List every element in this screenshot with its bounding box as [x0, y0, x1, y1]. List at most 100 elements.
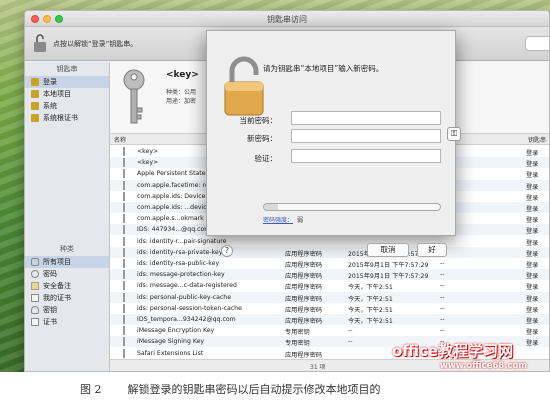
table-row[interactable]: ids: message...c-data-registered 应用程序密码 今天… [110, 280, 549, 292]
table-row[interactable]: ids: personal-session-token-cache 应用程序密码 今… [110, 303, 549, 314]
sidebar-item-secure-notes[interactable]: 安全备注 [25, 280, 109, 292]
password-strength-meter [263, 203, 441, 211]
certificate-icon [31, 294, 39, 302]
row-date-cell: 今天，下午2:51 [348, 306, 393, 314]
certificate-icon [31, 318, 39, 326]
item-name: <key> [166, 70, 199, 80]
unlock-hint: 点按以解锁“登录”钥匙串。 [53, 40, 138, 48]
password-icon [123, 236, 131, 246]
keys-icon [31, 258, 39, 266]
cancel-button[interactable]: 取消 [367, 243, 409, 257]
sidebar-item-passwords[interactable]: 密码 [25, 268, 109, 280]
unlock-icon[interactable] [33, 33, 47, 53]
row-name-cell: ids: personal-public-key-cache [137, 293, 232, 301]
table-row[interactable]: ids: identity-rsa-private-key应用程序密码2015年… [110, 246, 549, 258]
row-expires-cell: -- [440, 271, 445, 279]
watermark-url: www.office68.com [440, 361, 528, 371]
password-icon [123, 270, 131, 280]
kind-label: 种类： [166, 89, 185, 96]
current-password-field[interactable] [291, 111, 441, 125]
row-date-cell: 2015年9月1日 下午7:57:29 [348, 273, 429, 281]
row-date-cell: 今天，下午2:51 [348, 284, 393, 292]
table-row[interactable]: IDS_tempora...934242@qq.com 应用程序密码 今天，下午2:… [110, 314, 549, 325]
password-icon [123, 315, 131, 324]
key-icon [123, 69, 145, 124]
sidebar-item-my-certificates[interactable]: 我的证书 [25, 292, 109, 304]
password-assistant-button[interactable]: ⚿ [447, 127, 461, 141]
row-kind-cell: 应用程序密码 [285, 318, 323, 325]
table-row[interactable]: ids: identity-r...pair-signature 登录 [110, 236, 549, 247]
table-row[interactable]: ids: message-protection-key 应用程序密码 2015年9月… [110, 269, 549, 281]
key-icon [123, 147, 131, 156]
item-kind: 种类：公用 [166, 87, 196, 96]
row-expires-cell: -- [440, 316, 445, 323]
row-keychain-cell: 登录 [526, 217, 539, 225]
column-header-name[interactable]: 名称 [114, 135, 126, 144]
new-password-label: 新密码： [247, 134, 277, 143]
ok-button[interactable]: 好 [417, 243, 447, 257]
row-keychain-cell: 登录 [526, 161, 539, 169]
row-keychain-cell: 登录 [526, 239, 539, 247]
row-keychain-cell: 登录 [526, 262, 539, 269]
row-keychain-cell: 登录 [526, 206, 539, 213]
row-keychain-cell: 登录 [526, 273, 539, 281]
keychains-header: 钥匙串 [56, 65, 78, 73]
verify-password-field[interactable] [291, 149, 441, 163]
sidebar: 钥匙串 登录 本地项目 系统 系统根证书 种类 所有项目 密码 安全备注 我的证… [25, 62, 110, 371]
row-keychain-cell: 登录 [526, 284, 539, 292]
row-name-cell: ids: message-protection-key [137, 271, 225, 279]
note-icon [31, 282, 39, 290]
row-kind-cell: 专用密钥 [285, 340, 310, 348]
sidebar-item-keys[interactable]: 密钥 [25, 304, 109, 316]
row-expires-cell: -- [440, 304, 445, 312]
row-kind-cell: 应用程序密码 [285, 351, 323, 359]
sidebar-item-login[interactable]: 登录 [25, 76, 109, 88]
sidebar-item-label: 安全备注 [43, 282, 71, 290]
row-kind-cell: 应用程序密码 [285, 273, 323, 281]
table-row[interactable]: ids: identity-rsa-public-key 应用程序密码 2015年9… [110, 258, 549, 269]
window-title: 钥匙串访问 [267, 15, 307, 24]
sidebar-item-all-items[interactable]: 所有项目 [25, 256, 109, 268]
sidebar-item-local[interactable]: 本地项目 [25, 88, 109, 100]
usage-value: 加密 [184, 98, 197, 105]
help-button[interactable]: ? [221, 245, 233, 257]
new-password-field[interactable] [291, 129, 441, 143]
row-keychain-cell: 登录 [526, 194, 539, 202]
change-password-dialog: 请为钥匙串“本地项目”输入新密码。 当前密码： 新密码： ⚿ 验证： 密码强度：… [206, 30, 461, 257]
row-expires-cell: -- [440, 282, 445, 290]
row-keychain-cell: 登录 [526, 318, 539, 325]
sidebar-item-label: 密钥 [43, 306, 57, 314]
row-name-cell: ids: identity-r...pair-signature [137, 237, 227, 245]
figure-caption: 图 2 解锁登录的钥匙串密码以后自动提示修改本地项目的 [80, 381, 381, 397]
row-name-cell: Safari Extensions List [137, 349, 204, 357]
sidebar-item-certificates[interactable]: 证书 [25, 316, 109, 328]
search-input[interactable] [525, 36, 549, 51]
lock-icon [31, 102, 39, 110]
table-row[interactable]: ids: personal-public-key-cache 应用程序密码 今天，下… [110, 291, 549, 303]
column-header-keychain[interactable]: 钥匙串 [528, 135, 546, 144]
key-icon: ⚿ [450, 129, 458, 138]
row-name-cell: ids: message...c-data-registered [137, 282, 237, 290]
row-date-cell: 今天，下午2:51 [348, 295, 393, 303]
row-name-cell: iMessage Encryption Key [137, 327, 215, 335]
caption-text: 解锁登录的钥匙串密码以后自动提示修改本地项目的 [127, 383, 381, 396]
sidebar-item-system[interactable]: 系统 [25, 100, 109, 112]
password-icon [123, 191, 131, 201]
row-name-cell: IDS_tempora...934242@qq.com [137, 316, 236, 323]
strength-fill [264, 204, 279, 210]
title-bar: 钥匙串访问 [25, 11, 549, 27]
password-icon [123, 247, 131, 257]
sidebar-item-label: 系统 [43, 102, 57, 110]
sidebar-item-system-roots[interactable]: 系统根证书 [25, 112, 109, 124]
row-kind-cell: 应用程序密码 [285, 306, 323, 314]
row-kind-cell: 专用密钥 [285, 329, 310, 337]
row-keychain-cell: 登录 [526, 228, 539, 236]
lock-icon [224, 56, 264, 116]
strength-label[interactable]: 密码强度： [263, 215, 293, 224]
figure-number: 图 2 [80, 383, 102, 396]
sidebar-item-label: 证书 [43, 318, 57, 326]
password-icon [123, 203, 131, 212]
categories-header: 种类 [60, 245, 74, 253]
strength-value: 弱 [297, 217, 304, 224]
